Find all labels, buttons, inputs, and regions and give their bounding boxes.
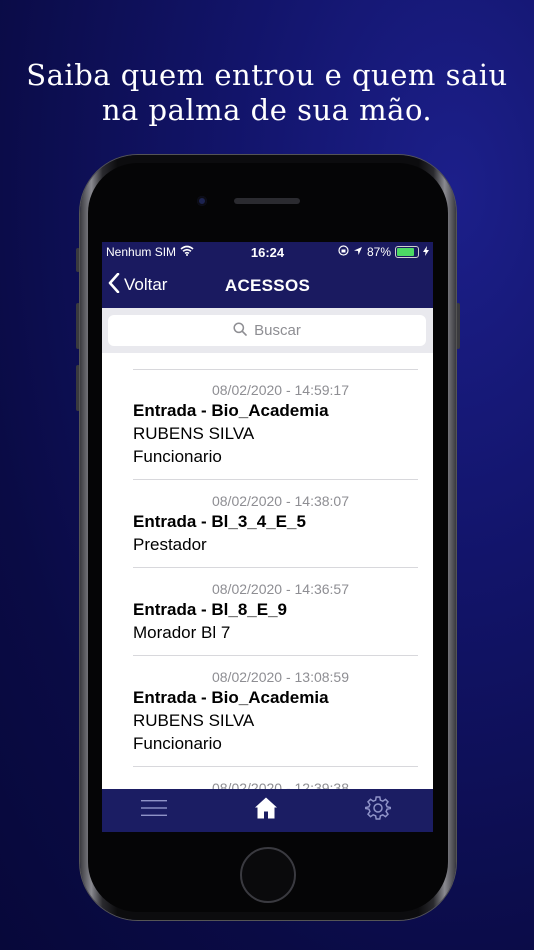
home-button[interactable] bbox=[240, 847, 296, 903]
list-separator bbox=[133, 369, 418, 370]
navigation-bar: Voltar ACESSOS bbox=[102, 264, 433, 308]
front-camera bbox=[197, 196, 207, 206]
access-list-item[interactable]: 08/02/2020 - 14:38:07 Entrada - Bl_3_4_E… bbox=[133, 492, 418, 556]
access-role: Morador Bl 7 bbox=[133, 623, 231, 642]
access-datetime: 08/02/2020 - 13:08:59 bbox=[211, 669, 349, 685]
access-role: Funcionario bbox=[133, 447, 222, 466]
access-list-item[interactable]: 08/02/2020 - 12:39:38 bbox=[133, 779, 418, 789]
status-bar: Nenhum SIM 16:24 87% bbox=[102, 242, 433, 262]
access-list-item[interactable]: 08/02/2020 - 14:36:57 Entrada - Bl_8_E_9… bbox=[133, 580, 418, 644]
headline-line-2: na palma de sua mão. bbox=[101, 93, 433, 127]
access-datetime: 08/02/2020 - 14:59:17 bbox=[211, 382, 349, 398]
app-screen: Nenhum SIM 16:24 87% Voltar ACESSOS Busc… bbox=[102, 242, 433, 832]
orientation-lock-icon bbox=[338, 245, 349, 259]
charging-icon bbox=[423, 245, 429, 259]
access-list-item[interactable]: 08/02/2020 - 14:59:17 Entrada - Bio_Acad… bbox=[133, 381, 418, 468]
list-separator bbox=[133, 655, 418, 656]
access-title: Entrada - Bio_Academia bbox=[133, 688, 329, 707]
access-list-item[interactable]: 08/02/2020 - 13:08:59 Entrada - Bio_Acad… bbox=[133, 668, 418, 755]
access-title: Entrada - Bl_3_4_E_5 bbox=[133, 512, 306, 531]
headline-line-1: Saiba quem entrou e quem saiu bbox=[26, 58, 508, 92]
access-role: Funcionario bbox=[133, 734, 222, 753]
list-separator bbox=[133, 766, 418, 767]
list-separator bbox=[133, 567, 418, 568]
tab-home[interactable] bbox=[236, 789, 296, 832]
battery-icon bbox=[395, 246, 419, 258]
access-datetime: 08/02/2020 - 12:39:38 bbox=[211, 780, 349, 789]
access-datetime: 08/02/2020 - 14:36:57 bbox=[211, 581, 349, 597]
power-button bbox=[456, 303, 460, 349]
tab-settings[interactable] bbox=[348, 789, 408, 832]
access-role: Prestador bbox=[133, 535, 207, 554]
home-icon bbox=[254, 796, 278, 825]
access-title: Entrada - Bl_8_E_9 bbox=[133, 600, 288, 619]
search-icon bbox=[233, 321, 247, 340]
battery-percent: 87% bbox=[366, 245, 391, 259]
settings-gear-icon bbox=[364, 795, 392, 826]
access-person: RUBENS SILVA bbox=[133, 424, 255, 443]
page-title: ACESSOS bbox=[224, 276, 311, 295]
search-placeholder: Buscar bbox=[254, 322, 301, 339]
list-separator bbox=[133, 479, 418, 480]
tab-bar bbox=[102, 789, 433, 832]
status-right: 87% bbox=[338, 245, 429, 259]
location-icon bbox=[353, 245, 363, 259]
search-bar: Buscar bbox=[102, 308, 433, 353]
battery-level bbox=[397, 248, 415, 256]
tab-menu[interactable] bbox=[124, 789, 184, 832]
access-datetime: 08/02/2020 - 14:38:07 bbox=[211, 493, 349, 509]
access-list[interactable]: 08/02/2020 - 14:59:17 Entrada - Bio_Acad… bbox=[102, 353, 433, 789]
access-title: Entrada - Bio_Academia bbox=[133, 401, 329, 420]
search-input[interactable]: Buscar bbox=[108, 315, 426, 346]
menu-icon bbox=[141, 799, 167, 822]
access-person: RUBENS SILVA bbox=[133, 711, 255, 730]
promo-headline: Saiba quem entrou e quem saiu na palma d… bbox=[0, 58, 534, 128]
earpiece-speaker bbox=[234, 198, 300, 204]
